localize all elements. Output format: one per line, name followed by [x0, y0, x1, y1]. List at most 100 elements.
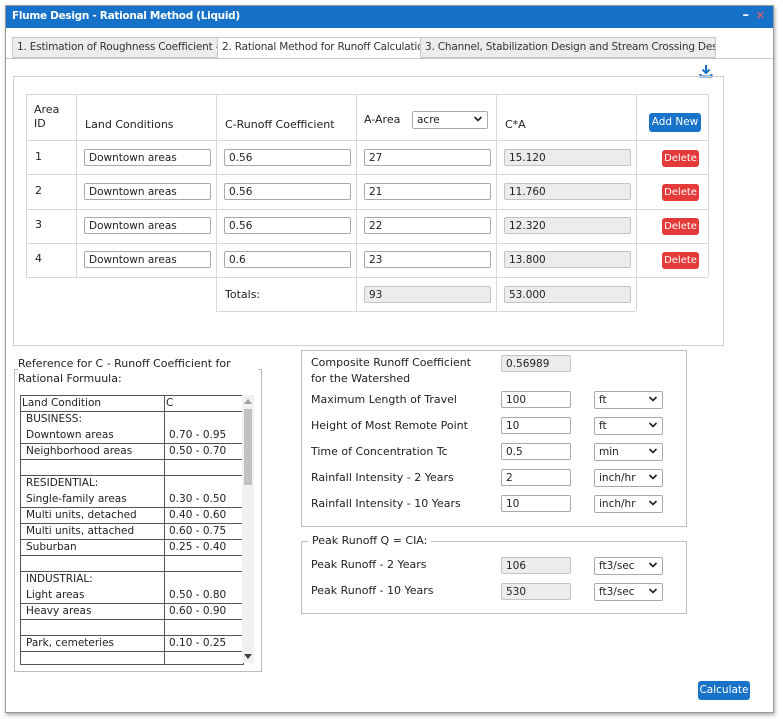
tab-channel-design[interactable]: 3. Channel, Stabilization Design and Str… — [420, 37, 716, 58]
row-4-a-input[interactable]: 23 — [364, 251, 491, 268]
reference-c-cell: 0.10 - 0.25 — [169, 637, 227, 649]
scroll-up-icon[interactable] — [244, 398, 252, 404]
total-area-value: 93 — [364, 286, 491, 303]
row-1-land-input[interactable]: Downtown areas — [84, 149, 211, 166]
reference-row — [21, 620, 243, 636]
peak-2-unit-select[interactable]: ft3/sec — [594, 557, 663, 575]
calculate-button[interactable]: Calculate — [698, 681, 750, 700]
max-length-label: Maximum Length of Travel — [311, 393, 457, 406]
reference-row: Light areas 0.50 - 0.80 — [21, 588, 243, 604]
chevron-down-icon — [648, 562, 658, 568]
ri10-unit-select[interactable]: inch/hr — [594, 495, 663, 513]
reference-c-cell: 0.50 - 0.70 — [169, 445, 227, 457]
row-3-id: 3 — [35, 218, 42, 231]
reference-row: Multi units, attached 0.60 - 0.75 — [21, 524, 243, 540]
reference-row: Multi units, detached 0.40 - 0.60 — [21, 508, 243, 524]
reference-land-cell: Heavy areas — [21, 604, 165, 620]
reference-table: Land Condition C BUSINESS: Downtown areas 0.… — [20, 395, 244, 665]
reference-header-row: Land Condition C — [21, 396, 243, 412]
area-unit-value: acre — [417, 114, 440, 126]
reference-land-cell: Multi units, detached — [21, 508, 165, 524]
reference-land-cell: Park, cemeteries — [21, 636, 165, 652]
tc-unit-select[interactable]: min — [594, 443, 663, 461]
title-bar: Flume Design - Rational Method (Liquid) … — [6, 6, 773, 28]
row-4-c-input[interactable]: 0.6 — [224, 251, 351, 268]
scroll-down-icon[interactable] — [244, 654, 252, 660]
max-length-input[interactable]: 100 — [501, 391, 571, 408]
reference-row: BUSINESS: — [21, 412, 243, 428]
row-1-delete-button[interactable]: Delete — [662, 150, 699, 167]
reference-c-cell: 0.30 - 0.50 — [169, 493, 227, 505]
window-title: Flume Design - Rational Method (Liquid) — [12, 10, 240, 22]
max-length-unit-select[interactable]: ft — [594, 391, 663, 409]
add-new-button[interactable]: Add New — [649, 113, 701, 132]
row-3-a-input[interactable]: 22 — [364, 217, 491, 234]
reference-land-cell — [21, 460, 165, 476]
area-unit-select[interactable]: acre — [412, 111, 488, 129]
reference-title: Reference for C - Runoff Coefficient for… — [18, 356, 258, 386]
row-2-land-input[interactable]: Downtown areas — [84, 183, 211, 200]
reference-land-cell: INDUSTRIAL: — [21, 572, 165, 588]
reference-land-cell — [21, 556, 165, 572]
ri2-unit-select[interactable]: inch/hr — [594, 469, 663, 487]
tab-roughness[interactable]: 1. Estimation of Roughness Coefficient -… — [12, 37, 220, 58]
row-1-ca-value: 15.120 — [504, 149, 631, 166]
ri2-input[interactable]: 2 — [501, 469, 571, 486]
peak-2-unit-value: ft3/sec — [599, 560, 635, 572]
reference-c-cell: 0.50 - 0.80 — [169, 589, 227, 601]
reference-c-cell — [165, 476, 243, 492]
row-2-delete-button[interactable]: Delete — [662, 184, 699, 201]
ri10-input[interactable]: 10 — [501, 495, 571, 512]
height-unit-value: ft — [599, 420, 607, 432]
reference-land-cell: Suburban — [21, 540, 165, 556]
ri2-label: Rainfall Intensity - 2 Years — [311, 471, 454, 484]
reference-land-cell: RESIDENTIAL: — [21, 476, 165, 492]
reference-header-c: C — [166, 397, 174, 409]
row-3-land-input[interactable]: Downtown areas — [84, 217, 211, 234]
reference-c-cell — [165, 652, 243, 664]
peak-2-label: Peak Runoff - 2 Years — [311, 558, 427, 571]
scroll-thumb[interactable] — [244, 409, 252, 485]
reference-land-cell: Multi units, attached — [21, 524, 165, 540]
total-ca-value: 53.000 — [504, 286, 631, 303]
row-2-id: 2 — [35, 184, 42, 197]
reference-row — [21, 652, 243, 664]
peak-10-unit-select[interactable]: ft3/sec — [594, 583, 663, 601]
reference-c-cell — [165, 412, 243, 428]
ri2-unit-value: inch/hr — [599, 472, 636, 484]
height-input[interactable]: 10 — [501, 417, 571, 434]
row-4-land-input[interactable]: Downtown areas — [84, 251, 211, 268]
tab-divider — [6, 58, 773, 59]
chevron-down-icon — [648, 422, 658, 428]
row-2-a-input[interactable]: 21 — [364, 183, 491, 200]
row-2-c-input[interactable]: 0.56 — [224, 183, 351, 200]
peak-runoff-title: Peak Runoff Q = CIA: — [308, 534, 432, 547]
reference-c-cell — [165, 572, 243, 588]
row-3-c-input[interactable]: 0.56 — [224, 217, 351, 234]
reference-row: Heavy areas 0.60 - 0.90 — [21, 604, 243, 620]
peak-runoff-box — [301, 541, 687, 614]
height-label: Height of Most Remote Point — [311, 419, 468, 432]
reference-scrollbar[interactable] — [242, 395, 254, 663]
tab-rational-method[interactable]: 2. Rational Method for Runoff Calculatio… — [217, 37, 427, 59]
reference-land-cell: Light areas — [21, 588, 165, 604]
tc-input[interactable]: 0.5 — [501, 443, 571, 460]
row-1-a-input[interactable]: 27 — [364, 149, 491, 166]
reference-c-cell: 0.60 - 0.75 — [169, 525, 227, 537]
header-land-conditions: Land Conditions — [85, 118, 174, 131]
close-icon[interactable]: ✕ — [756, 9, 765, 22]
reference-c-cell — [165, 620, 243, 636]
reference-land-cell — [21, 620, 165, 636]
max-length-unit-value: ft — [599, 394, 607, 406]
row-4-delete-button[interactable]: Delete — [662, 252, 699, 269]
row-1-c-input[interactable]: 0.56 — [224, 149, 351, 166]
row-3-delete-button[interactable]: Delete — [662, 218, 699, 235]
reference-c-cell: 0.60 - 0.90 — [169, 605, 227, 617]
row-3-ca-value: 12.320 — [504, 217, 631, 234]
minimize-icon[interactable]: – — [743, 8, 750, 23]
composite-label-line1: Composite Runoff Coefficient — [311, 356, 472, 369]
reference-land-cell — [21, 652, 165, 664]
height-unit-select[interactable]: ft — [594, 417, 663, 435]
reference-header-land: Land Condition — [21, 396, 165, 412]
reference-row — [21, 556, 243, 572]
